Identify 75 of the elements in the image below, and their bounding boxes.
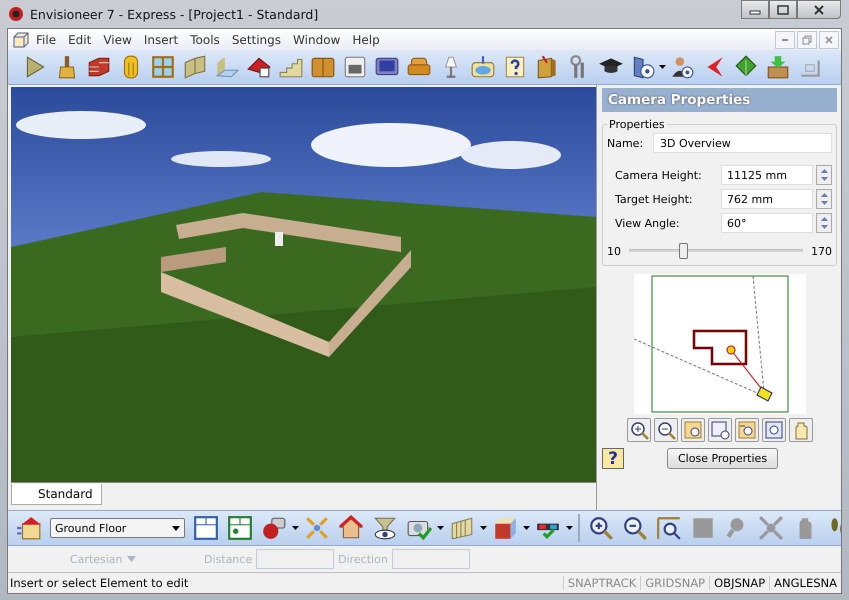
caret-icon[interactable] <box>292 526 299 530</box>
maximize-icon <box>777 4 789 14</box>
restore-button[interactable] <box>797 30 817 48</box>
field-label: Target Height: <box>615 192 694 206</box>
spin-button[interactable] <box>816 189 832 209</box>
fence-icon[interactable] <box>449 515 475 541</box>
caret-icon[interactable] <box>659 65 666 69</box>
spin-button[interactable] <box>816 165 832 185</box>
close-properties-button[interactable]: Close Properties <box>667 448 778 469</box>
house-icon[interactable] <box>338 515 364 541</box>
field-label: Direction <box>338 552 388 566</box>
floor-dropdown[interactable]: Ground Floor <box>50 518 185 538</box>
name-field[interactable]: 3D Overview <box>653 133 832 153</box>
menu-item[interactable]: View <box>97 32 138 46</box>
caret-icon[interactable] <box>566 526 573 530</box>
zoom-fit-icon[interactable] <box>762 418 786 442</box>
zoom-window-icon[interactable] <box>656 515 682 541</box>
wall-opening-icon[interactable] <box>182 54 208 80</box>
zoom-window-icon[interactable] <box>680 418 704 442</box>
help-button[interactable]: ? <box>602 448 624 469</box>
tab[interactable]: Standard <box>11 484 102 505</box>
building-icon[interactable] <box>16 515 42 541</box>
zoom-out-icon[interactable] <box>654 418 678 442</box>
caret-icon <box>126 556 136 562</box>
maximize-button[interactable] <box>769 0 797 19</box>
minimize-button[interactable] <box>741 0 769 19</box>
panel-title: Camera Properties <box>602 88 837 112</box>
number-field[interactable]: 11125 mm <box>721 165 813 185</box>
field-label: Distance <box>204 552 252 566</box>
caret-icon[interactable] <box>480 526 487 530</box>
window-title: Envisioneer 7 - Express - [Project1 - Standard] <box>30 6 318 22</box>
camera-3d-icon[interactable] <box>261 515 287 541</box>
arrows-icon[interactable] <box>304 515 330 541</box>
field-label: View Angle: <box>615 216 681 230</box>
funnel-eye-icon[interactable] <box>372 515 398 541</box>
zoom-in-icon[interactable] <box>588 515 614 541</box>
minimize-icon <box>781 38 789 40</box>
zoom-out-icon[interactable] <box>622 515 648 541</box>
number-field[interactable]: 762 mm <box>721 189 813 209</box>
field-label: Name: <box>607 136 643 150</box>
field-label: Camera Height: <box>615 168 703 182</box>
menu-item[interactable]: Settings <box>226 32 288 46</box>
close-icon <box>813 4 825 14</box>
download-box-icon[interactable] <box>765 54 791 80</box>
menu-item[interactable]: File <box>30 32 62 46</box>
restore-icon <box>802 34 812 44</box>
menu-item[interactable]: Window <box>287 32 346 46</box>
plan-2d-icon[interactable] <box>193 515 219 541</box>
group-label: Properties <box>608 118 666 131</box>
menu-item[interactable]: Tools <box>184 32 226 46</box>
caret-icon[interactable] <box>523 526 530 530</box>
close-button[interactable] <box>797 0 841 19</box>
menu-item[interactable]: Edit <box>62 32 98 46</box>
number-field[interactable]: 60° <box>721 213 813 233</box>
caret-icon[interactable] <box>437 526 444 530</box>
slider-thumb[interactable] <box>678 243 688 259</box>
menu-item[interactable]: Help <box>346 32 386 46</box>
slider-min-label: 10 <box>607 244 621 258</box>
menu-item[interactable]: Insert <box>138 32 184 46</box>
stove-icon[interactable] <box>342 54 368 80</box>
sink-icon[interactable] <box>470 54 496 80</box>
status-toggle[interactable]: ANGLESNA <box>769 576 841 590</box>
status-message: Insert or select Element to edit <box>10 576 190 590</box>
zoom-in-icon[interactable] <box>626 418 650 442</box>
spin-button[interactable] <box>816 213 832 233</box>
close-icon <box>825 36 833 44</box>
plan-2d-person-icon[interactable] <box>227 515 253 541</box>
cube-icon <box>12 30 30 48</box>
status-toggle[interactable]: OBJSNAP <box>709 576 770 590</box>
zoom-box-icon[interactable] <box>708 418 732 442</box>
app-logo-icon <box>8 6 24 22</box>
zoom-previous-icon[interactable] <box>734 418 758 442</box>
slider-max-label: 170 <box>811 244 832 258</box>
window-icon[interactable] <box>150 54 176 80</box>
caret-icon <box>172 526 180 530</box>
